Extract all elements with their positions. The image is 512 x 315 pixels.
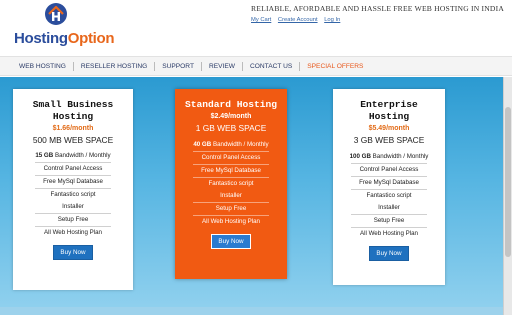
plan-price: $5.49/month [368,125,410,132]
login-link[interactable]: Log In [324,17,340,23]
plan-feature: All Web Hosting Plan [43,229,102,236]
plan-name: Enterprise Hosting [360,99,418,122]
bandwidth-text: Bandwidth / Monthly [211,141,269,148]
my-cart-link[interactable]: My Cart [251,17,271,23]
logo-word-option: Option [67,30,115,47]
nav-reseller-hosting[interactable]: RESELLER HOSTING [74,63,154,70]
plan-space: 3 GB WEB SPACE [353,135,425,145]
plan-name: Small Business Hosting [32,99,114,122]
logo-wordmark: HostingOption [14,30,115,47]
nav-review[interactable]: REVIEW [202,63,242,70]
nav-contact-us[interactable]: CONTACT US [243,63,299,70]
buy-now-button[interactable]: Buy Now [369,246,409,261]
plan-feature: All Web Hosting Plan [201,218,260,225]
nav-web-hosting[interactable]: WEB HOSTING [12,63,73,70]
bandwidth-text: Bandwidth / Monthly [370,153,429,160]
account-links: My Cart Create Account Log In [251,17,345,23]
plan-feature: Setup Free [215,205,247,212]
plan-feature-bandwidth: 15 GB Bandwidth / Monthly [13,150,133,162]
logo-word-hosting: Hosting [14,30,68,47]
bandwidth-amount: 100 GB [349,153,371,160]
bandwidth-text: Bandwidth / Monthly [53,152,111,159]
plan-price: $1.66/month [52,125,94,132]
plan-card-standard: Standard Hosting $2.49/month 1 GB WEB SP… [175,89,287,279]
plan-price: $2.49/month [210,113,252,120]
buy-now-button[interactable]: Buy Now [53,245,93,260]
plan-card-small-business: Small Business Hosting $1.66/month 500 M… [13,89,133,290]
nav-special-offers[interactable]: SPECIAL OFFERS [300,63,370,70]
main-nav: WEB HOSTING RESELLER HOSTING SUPPORT REV… [0,56,512,76]
site-header: HostingOption RELIABLE, AFORDABLE AND HA… [0,0,512,56]
plan-card-enterprise: Enterprise Hosting $5.49/month 3 GB WEB … [333,89,445,285]
plan-space: 500 MB WEB SPACE [32,135,114,145]
site-logo[interactable]: HostingOption [12,2,132,48]
plan-feature: Free MySql Database [43,178,103,185]
plan-name: Standard Hosting [184,99,278,110]
nav-support[interactable]: SUPPORT [155,63,201,70]
plan-feature-bandwidth: 40 GB Bandwidth / Monthly [175,139,287,151]
plan-feature: Fantastico script Installer [50,191,96,210]
create-account-link[interactable]: Create Account [278,17,318,23]
plan-space: 1 GB WEB SPACE [195,123,267,133]
plan-feature: Setup Free [57,216,89,223]
scrollbar-thumb[interactable] [505,107,511,257]
plan-feature: Control Panel Access [201,154,261,161]
buy-now-button[interactable]: Buy Now [211,234,251,249]
plan-feature-bandwidth: 100 GB Bandwidth / Monthly [333,151,445,163]
plan-feature: Fantastico script Installer [366,192,412,211]
plan-feature: Fantastico script Installer [208,180,254,199]
plan-feature: Setup Free [373,217,405,224]
plan-feature: Control Panel Access [359,166,419,173]
plan-feature: All Web Hosting Plan [359,230,418,237]
bandwidth-amount: 40 GB [193,141,212,148]
plan-feature: Free MySql Database [201,167,261,174]
footer-strip [0,307,503,315]
bandwidth-amount: 15 GB [35,152,54,159]
page-scrollbar[interactable] [503,77,512,315]
tagline: RELIABLE, AFORDABLE AND HASSLE FREE WEB … [251,4,505,13]
house-logo-icon [45,3,67,25]
plan-feature: Free MySql Database [359,179,419,186]
plan-feature: Control Panel Access [43,165,103,172]
